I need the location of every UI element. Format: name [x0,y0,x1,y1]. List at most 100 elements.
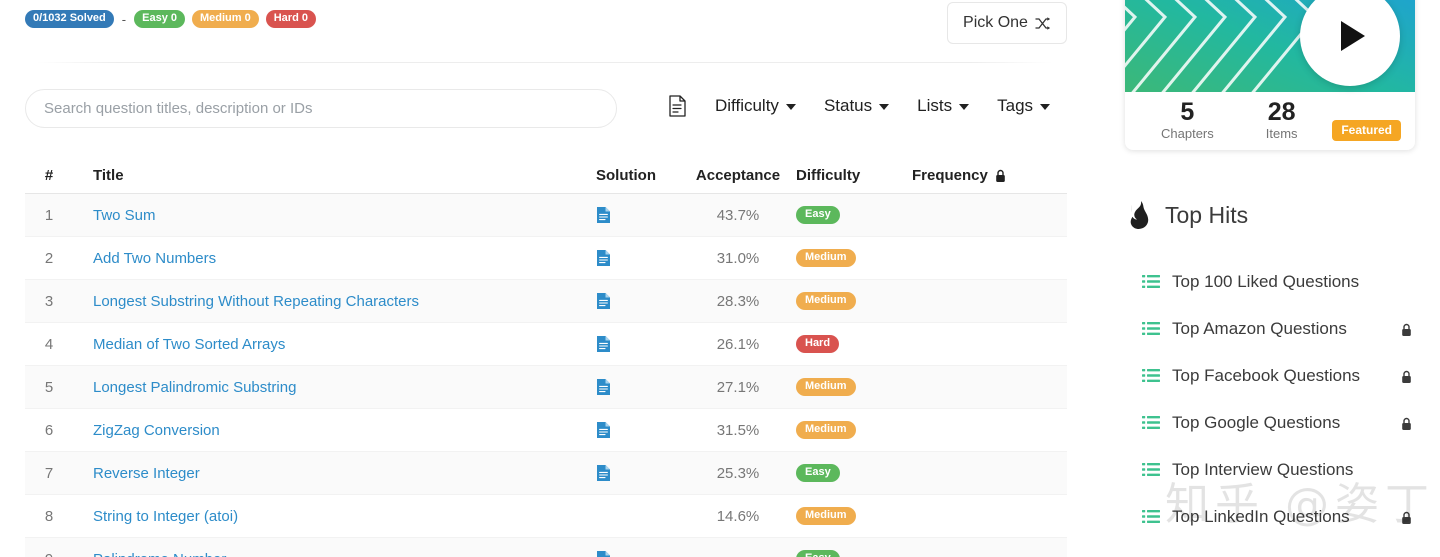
question-link[interactable]: Palindrome Number [93,551,226,557]
question-link[interactable]: Add Two Numbers [93,250,216,267]
solution-document-icon[interactable] [596,464,611,482]
easy-count-badge: Easy 0 [134,10,185,28]
solution-document-icon[interactable] [596,249,611,267]
flame-icon [1125,200,1153,230]
row-difficulty-cell: Medium [791,507,907,525]
top-hits-item[interactable]: Top Amazon Questions [1142,305,1440,352]
lock-icon [1401,322,1412,336]
stats-separator: - [121,11,127,27]
filter-status[interactable]: Status [823,96,890,116]
solution-document-icon[interactable] [596,206,611,224]
difficulty-badge: Hard [796,335,840,353]
filter-lists-label: Lists [917,96,953,115]
row-title-cell: Longest Palindromic Substring [73,379,593,396]
header-solution[interactable]: Solution [593,167,685,184]
question-link[interactable]: ZigZag Conversion [93,422,220,439]
row-solution-cell [593,464,685,482]
filter-status-label: Status [823,96,873,115]
difficulty-badge: Medium [796,292,856,310]
question-link[interactable]: Longest Substring Without Repeating Char… [93,293,419,310]
search-input[interactable] [25,89,617,128]
row-acceptance: 26.1% [716,335,760,353]
table-row[interactable]: 9 Palindrome Number Easy [25,538,1067,557]
list-icon [1142,321,1160,336]
row-id: 7 [44,464,54,482]
row-difficulty-cell: Easy [791,206,907,224]
filter-difficulty-label: Difficulty [715,96,779,115]
table-row[interactable]: 3 Longest Substring Without Repeating Cha… [25,280,1067,323]
row-title-cell: Median of Two Sorted Arrays [73,336,593,353]
chevron-down-icon [785,104,796,110]
row-title-cell: Palindrome Number [73,551,593,557]
row-title-cell: String to Integer (atoi) [73,508,593,525]
items-stat: 28 Items [1266,98,1298,150]
filter-difficulty[interactable]: Difficulty [715,96,796,116]
table-row[interactable]: 8 String to Integer (atoi) 14.6% Medium [25,495,1067,538]
row-solution-cell [593,421,685,439]
row-id: 4 [44,335,54,353]
row-id: 9 [25,551,73,557]
chevron-down-icon [959,104,970,110]
question-link[interactable]: Longest Palindromic Substring [93,379,296,396]
row-difficulty-cell: Medium [791,292,907,310]
top-hits-item-label: Top Google Questions [1172,412,1341,432]
top-hits-item-label: Top Facebook Questions [1172,365,1361,385]
top-hits-item[interactable]: Top Interview Questions [1142,446,1440,493]
solution-document-icon[interactable] [596,292,611,310]
solution-document-icon[interactable] [596,378,611,396]
header-acceptance[interactable]: Acceptance [685,167,791,184]
row-acceptance: 14.6% [716,507,760,525]
table-row[interactable]: 4 Median of Two Sorted Arrays 26.1% Hard [25,323,1067,366]
solution-document-icon[interactable] [596,335,611,353]
table-row[interactable]: 6 ZigZag Conversion 31.5% Medium [25,409,1067,452]
filter-lists[interactable]: Lists [917,96,970,116]
row-acceptance: 31.5% [716,421,760,439]
row-difficulty-cell: Medium [791,249,907,267]
header-frequency[interactable]: Frequency [907,167,1057,184]
header-title[interactable]: Title [73,167,593,184]
row-acceptance: 27.1% [716,378,760,396]
pick-one-label: Pick One [963,14,1028,31]
row-solution-cell [593,335,685,353]
difficulty-badge: Easy [796,550,840,557]
filter-bar: Difficulty Status Lists Tags [668,95,1051,117]
top-hits-item[interactable]: Top LinkedIn Questions [1142,493,1440,540]
solution-document-icon[interactable] [596,550,611,557]
header-id[interactable]: # [25,167,73,184]
document-icon[interactable] [668,95,687,117]
question-link[interactable]: Two Sum [93,207,156,224]
play-icon [1341,21,1365,51]
header-difficulty[interactable]: Difficulty [791,167,907,184]
top-hits-item[interactable]: Top 100 Liked Questions [1142,258,1440,305]
question-link[interactable]: String to Integer (atoi) [93,508,238,525]
list-icon [1142,415,1160,430]
top-hits-header: Top Hits [1125,200,1248,230]
table-row[interactable]: 2 Add Two Numbers 31.0% Medium [25,237,1067,280]
list-icon [1142,462,1160,477]
table-row[interactable]: 7 Reverse Integer 25.3% Easy [25,452,1067,495]
featured-course-card[interactable]: 5 Chapters 28 Items Featured [1125,0,1415,150]
top-hits-item[interactable]: Top Google Questions [1142,399,1440,446]
search-box [25,89,617,128]
table-row[interactable]: 1 Two Sum 43.7% Easy [25,194,1067,237]
row-title-cell: ZigZag Conversion [73,422,593,439]
question-link[interactable]: Median of Two Sorted Arrays [93,336,285,353]
filter-tags[interactable]: Tags [997,96,1051,116]
table-row[interactable]: 5 Longest Palindromic Substring 27.1% Medi… [25,366,1067,409]
question-link[interactable]: Reverse Integer [93,465,200,482]
row-acceptance: 43.7% [716,206,760,224]
difficulty-badge: Medium [796,378,856,396]
row-difficulty-cell: Medium [791,421,907,439]
chapters-value: 5 [1180,98,1195,126]
items-label: Items [1265,126,1298,141]
list-icon [1142,368,1160,383]
row-title-cell: Add Two Numbers [73,250,593,267]
solved-stats-row: 0/1032 Solved - Easy 0 Medium 0 Hard 0 [25,10,316,28]
solution-document-icon[interactable] [596,421,611,439]
pick-one-button[interactable]: Pick One [947,2,1067,44]
featured-badge: Featured [1332,120,1401,141]
chevron-down-icon [1040,104,1051,110]
row-difficulty-cell: Easy [791,550,907,557]
problem-list-column: 0/1032 Solved - Easy 0 Medium 0 Hard 0 P… [0,0,1092,557]
top-hits-item[interactable]: Top Facebook Questions [1142,352,1440,399]
